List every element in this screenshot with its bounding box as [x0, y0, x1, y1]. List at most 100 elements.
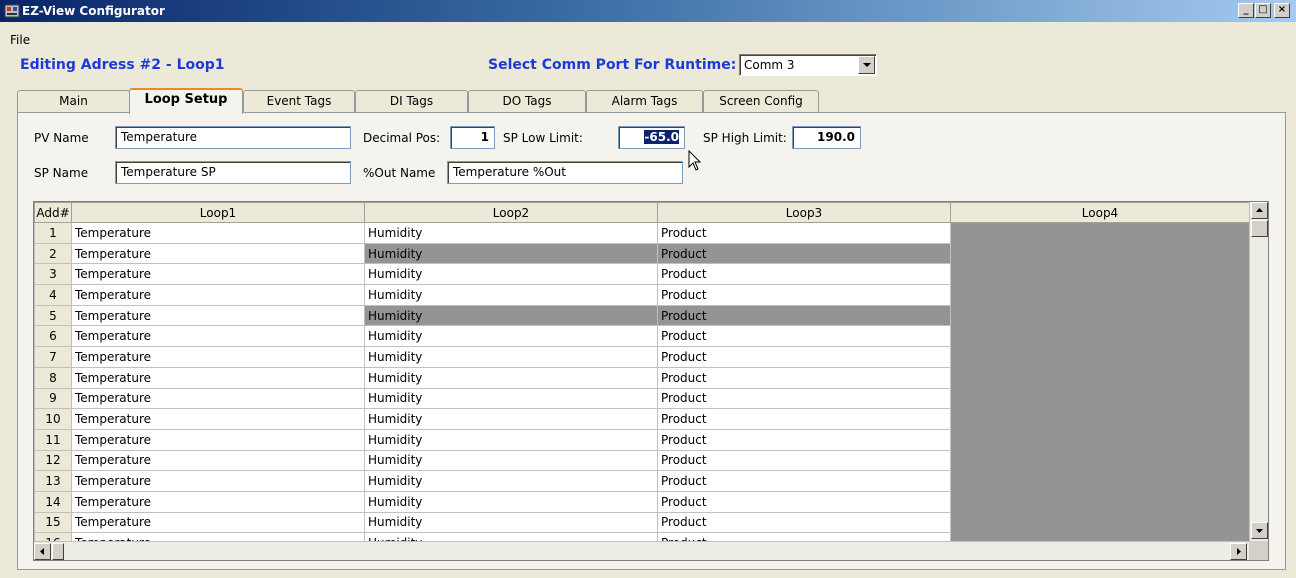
loop1-cell[interactable]: Temperature [71, 428, 365, 451]
loop3-cell[interactable]: Product [657, 263, 951, 286]
sp-high-limit-field[interactable]: 190.0 [792, 126, 861, 149]
scroll-right-button[interactable] [1230, 543, 1247, 560]
row-number-cell[interactable]: 6 [34, 325, 72, 348]
minimize-button[interactable]: _ [1238, 3, 1254, 18]
loop2-cell[interactable]: Humidity [364, 428, 658, 451]
loop1-cell[interactable]: Temperature [71, 490, 365, 513]
tab-loop-setup[interactable]: Loop Setup [129, 88, 243, 114]
table-row[interactable]: 1 Temperature Humidity Product [34, 222, 1250, 244]
tab-screen-config[interactable]: Screen Config [703, 90, 819, 113]
row-number-cell[interactable]: 1 [34, 222, 72, 244]
loop2-cell[interactable]: Humidity [364, 242, 658, 265]
row-number-cell[interactable]: 7 [34, 346, 72, 368]
loop2-cell[interactable]: Humidity [364, 325, 658, 348]
loop3-cell[interactable]: Product [657, 366, 951, 389]
vertical-scroll-thumb[interactable] [1251, 220, 1268, 237]
loop4-cell[interactable] [950, 408, 1250, 430]
row-number-cell[interactable]: 3 [34, 263, 72, 286]
table-row[interactable]: 9 Temperature Humidity Product [34, 387, 1250, 410]
loop4-cell[interactable] [950, 449, 1250, 472]
sp-name-field[interactable]: Temperature SP [115, 161, 351, 184]
column-header-loop3[interactable]: Loop3 [657, 202, 951, 223]
loop3-cell[interactable]: Product [657, 325, 951, 348]
loop3-cell[interactable]: Product [657, 511, 951, 534]
row-number-cell[interactable]: 11 [34, 428, 72, 451]
loop3-cell[interactable]: Product [657, 428, 951, 451]
loop1-cell[interactable]: Temperature [71, 222, 365, 244]
row-number-cell[interactable]: 5 [34, 304, 72, 327]
row-number-cell[interactable]: 12 [34, 449, 72, 472]
row-number-cell[interactable]: 13 [34, 470, 72, 492]
dropdown-button[interactable] [858, 56, 875, 74]
loop1-cell[interactable]: Temperature [71, 346, 365, 368]
loop1-cell[interactable]: Temperature [71, 366, 365, 389]
loop4-cell[interactable] [950, 387, 1250, 410]
vertical-scrollbar[interactable] [1249, 202, 1268, 541]
loop1-cell[interactable]: Temperature [71, 387, 365, 410]
loop4-cell[interactable] [950, 242, 1250, 265]
loop4-cell[interactable] [950, 325, 1250, 348]
comm-port-select[interactable]: Comm 3 [739, 54, 877, 76]
row-number-cell[interactable]: 15 [34, 511, 72, 534]
loop1-cell[interactable]: Temperature [71, 284, 365, 306]
scroll-up-button[interactable] [1251, 202, 1268, 219]
loop2-cell[interactable]: Humidity [364, 511, 658, 534]
loop3-cell[interactable]: Product [657, 387, 951, 410]
table-row[interactable]: 5 Temperature Humidity Product [34, 304, 1250, 327]
row-number-cell[interactable]: 4 [34, 284, 72, 306]
table-row[interactable]: 12 Temperature Humidity Product [34, 449, 1250, 472]
loop1-cell[interactable]: Temperature [71, 408, 365, 430]
table-row[interactable]: 11 Temperature Humidity Product [34, 428, 1250, 451]
row-number-cell[interactable]: 8 [34, 366, 72, 389]
row-number-cell[interactable]: 2 [34, 242, 72, 265]
loop2-cell[interactable]: Humidity [364, 284, 658, 306]
loop3-cell[interactable]: Product [657, 346, 951, 368]
loop3-cell[interactable]: Product [657, 470, 951, 492]
loop2-cell[interactable]: Humidity [364, 470, 658, 492]
tab-main[interactable]: Main [17, 90, 130, 113]
loop3-cell[interactable]: Product [657, 242, 951, 265]
loop-grid[interactable]: Add# Loop1 Loop2 Loop3 Loop4 1 Temperatur… [33, 201, 1269, 561]
loop4-cell[interactable] [950, 263, 1250, 286]
horizontal-scrollbar[interactable] [34, 541, 1249, 560]
table-row[interactable]: 7 Temperature Humidity Product [34, 346, 1250, 368]
row-number-cell[interactable]: 14 [34, 490, 72, 513]
loop2-cell[interactable]: Humidity [364, 490, 658, 513]
loop2-cell[interactable]: Humidity [364, 346, 658, 368]
loop4-cell[interactable] [950, 428, 1250, 451]
loop2-cell[interactable]: Humidity [364, 304, 658, 327]
loop4-cell[interactable] [950, 366, 1250, 389]
out-name-field[interactable]: Temperature %Out [447, 161, 683, 184]
close-button[interactable]: × [1274, 3, 1290, 18]
loop1-cell[interactable]: Temperature [71, 304, 365, 327]
loop4-cell[interactable] [950, 346, 1250, 368]
tab-alarm-tags[interactable]: Alarm Tags [586, 90, 703, 113]
scroll-down-button[interactable] [1251, 522, 1268, 539]
loop2-cell[interactable]: Humidity [364, 366, 658, 389]
loop2-cell[interactable]: Humidity [364, 408, 658, 430]
pv-name-field[interactable]: Temperature [115, 126, 351, 149]
tab-do-tags[interactable]: DO Tags [468, 90, 586, 113]
tab-di-tags[interactable]: DI Tags [355, 90, 468, 113]
loop1-cell[interactable]: Temperature [71, 263, 365, 286]
table-row[interactable]: 15 Temperature Humidity Product [34, 511, 1250, 534]
column-header-loop4[interactable]: Loop4 [950, 202, 1250, 223]
decimal-pos-field[interactable]: 1 [450, 126, 495, 149]
loop2-cell[interactable]: Humidity [364, 263, 658, 286]
table-row[interactable]: 13 Temperature Humidity Product [34, 470, 1250, 492]
loop4-cell[interactable] [950, 490, 1250, 513]
column-header-add[interactable]: Add# [34, 202, 72, 223]
row-number-cell[interactable]: 9 [34, 387, 72, 410]
column-header-loop2[interactable]: Loop2 [364, 202, 658, 223]
horizontal-scroll-thumb[interactable] [52, 543, 64, 560]
scroll-left-button[interactable] [34, 543, 51, 560]
maximize-button[interactable]: □ [1255, 3, 1271, 18]
table-row[interactable]: 14 Temperature Humidity Product [34, 490, 1250, 513]
loop4-cell[interactable] [950, 284, 1250, 306]
table-row[interactable]: 3 Temperature Humidity Product [34, 263, 1250, 286]
loop1-cell[interactable]: Temperature [71, 470, 365, 492]
loop2-cell[interactable]: Humidity [364, 449, 658, 472]
loop4-cell[interactable] [950, 222, 1250, 244]
loop1-cell[interactable]: Temperature [71, 449, 365, 472]
loop3-cell[interactable]: Product [657, 408, 951, 430]
